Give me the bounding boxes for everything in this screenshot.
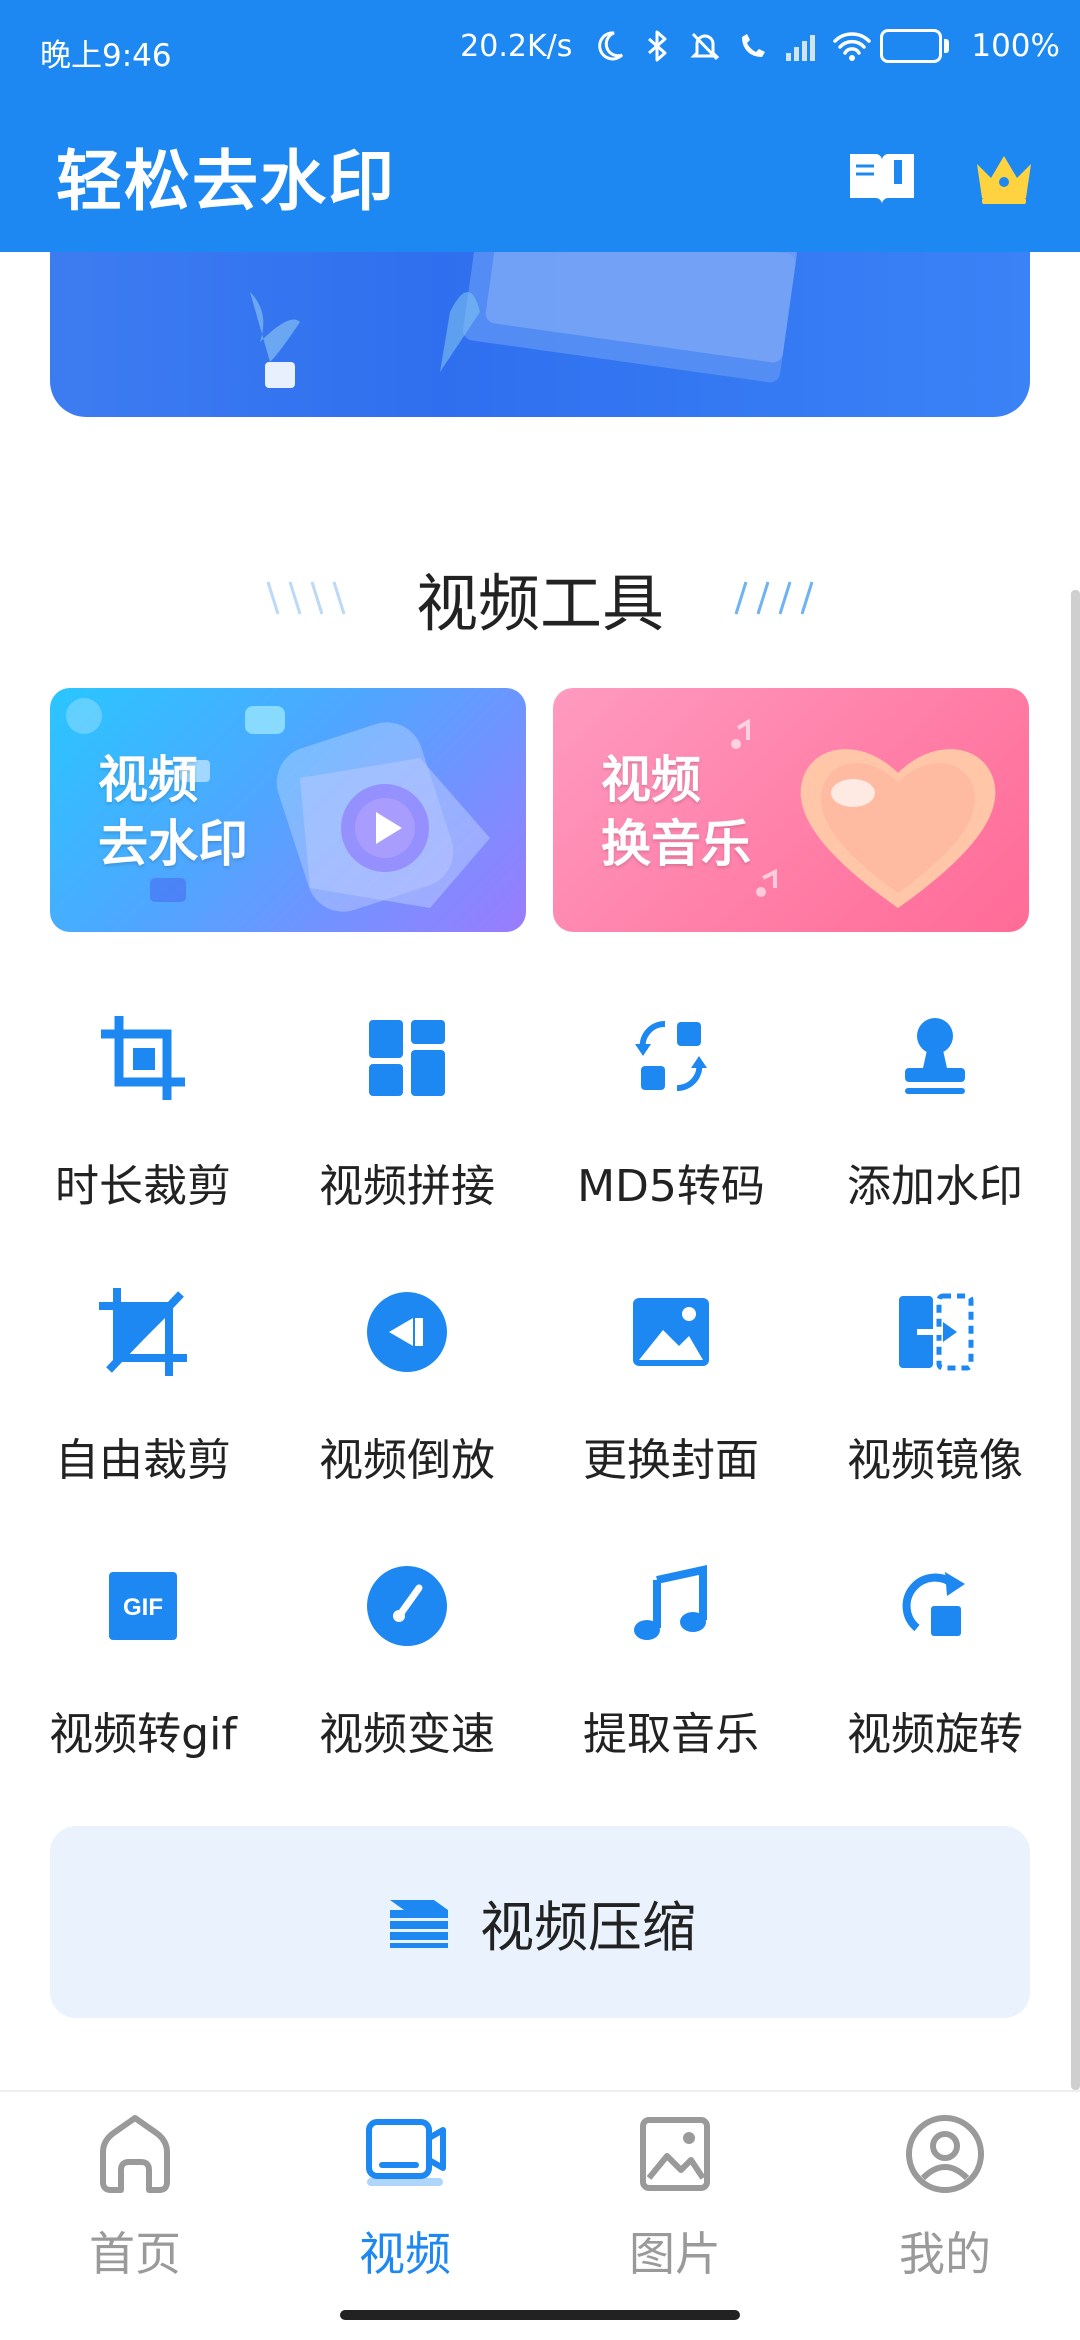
nav-picture[interactable]: 图片 <box>575 2102 775 2302</box>
tool-video-reverse[interactable]: 视频倒放 <box>272 1284 542 1486</box>
stamp-icon <box>887 1010 983 1106</box>
tool-change-cover[interactable]: 更换封面 <box>536 1284 806 1486</box>
crop-icon <box>95 1010 191 1106</box>
home-indicator[interactable] <box>340 2310 740 2320</box>
card-remove-watermark[interactable]: 视频 去水印 <box>50 688 526 932</box>
video-icon <box>366 2119 446 2186</box>
speed-dial-icon <box>359 1558 455 1654</box>
status-time: 晚上9:46 <box>40 38 172 74</box>
compress-label: 视频压缩 <box>480 1895 696 1959</box>
app-title: 轻松去水印 <box>56 143 396 220</box>
signal-icon <box>784 29 818 63</box>
decor-right-icon <box>734 581 814 615</box>
picture-icon <box>640 2117 710 2191</box>
tool-video-rotate[interactable]: 视频旋转 <box>800 1558 1070 1760</box>
tool-video-speed[interactable]: 视频变速 <box>272 1558 542 1760</box>
tool-extract-music[interactable]: 提取音乐 <box>536 1558 806 1760</box>
network-speed: 20.2K/s <box>460 28 573 64</box>
home-icon <box>100 2115 170 2193</box>
bluetooth-icon <box>640 29 674 63</box>
bottom-nav: 首页 视频 图片 我的 <box>0 2090 1080 2340</box>
battery-percent: 100% <box>971 28 1060 64</box>
decor-left-icon <box>266 581 346 615</box>
svg-text:GIF: GIF <box>123 1594 163 1621</box>
rotate-icon <box>887 1558 983 1654</box>
appbar-actions <box>846 142 1040 214</box>
scrollbar[interactable] <box>1071 590 1080 2090</box>
call-icon <box>736 29 770 63</box>
nav-home[interactable]: 首页 <box>35 2102 235 2302</box>
tool-video-join[interactable]: 视频拼接 <box>272 1010 542 1212</box>
section-title: 视频工具 <box>415 567 664 640</box>
status-bar: 晚上9:46 20.2K/s 100% <box>0 0 1080 100</box>
crown-icon[interactable] <box>968 142 1040 214</box>
card-right-label: 视频 换音乐 <box>601 751 751 873</box>
layers-icon <box>390 1900 448 1948</box>
mute-bell-icon <box>688 29 722 63</box>
nav-video[interactable]: 视频 <box>305 2102 505 2302</box>
book-icon[interactable] <box>846 142 918 214</box>
mirror-icon <box>887 1284 983 1380</box>
tool-md5-transcode[interactable]: MD5转码 <box>536 1010 806 1212</box>
rewind-icon <box>359 1284 455 1380</box>
moon-icon <box>592 29 626 63</box>
banner[interactable] <box>50 252 1030 417</box>
status-right: 20.2K/s 100% <box>460 28 1060 64</box>
music-note-icon <box>623 1558 719 1654</box>
nav-profile[interactable]: 我的 <box>845 2102 1045 2302</box>
tool-video-to-gif[interactable]: GIF 视频转gif <box>8 1558 278 1760</box>
app-header: 晚上9:46 20.2K/s 100% 轻松去水印 <box>0 0 1080 252</box>
section-header: 视频工具 <box>0 548 1080 648</box>
tool-add-watermark[interactable]: 添加水印 <box>800 1010 1070 1212</box>
compress-button[interactable]: 视频压缩 <box>50 1826 1030 2018</box>
banner-illustration <box>250 252 797 388</box>
card-left-label: 视频 去水印 <box>98 751 248 873</box>
tool-video-mirror[interactable]: 视频镜像 <box>800 1284 1070 1486</box>
gif-icon: GIF <box>95 1558 191 1654</box>
card-change-music[interactable]: 视频 换音乐 <box>553 688 1029 932</box>
convert-icon <box>623 1010 719 1106</box>
profile-icon <box>906 2115 984 2193</box>
grid-layout-icon <box>359 1010 455 1106</box>
free-crop-icon <box>95 1284 191 1380</box>
tool-free-crop[interactable]: 自由裁剪 <box>8 1284 278 1486</box>
image-icon <box>623 1284 719 1380</box>
wifi-icon <box>832 29 872 63</box>
tool-duration-crop[interactable]: 时长裁剪 <box>8 1010 278 1212</box>
battery-icon <box>880 29 950 63</box>
